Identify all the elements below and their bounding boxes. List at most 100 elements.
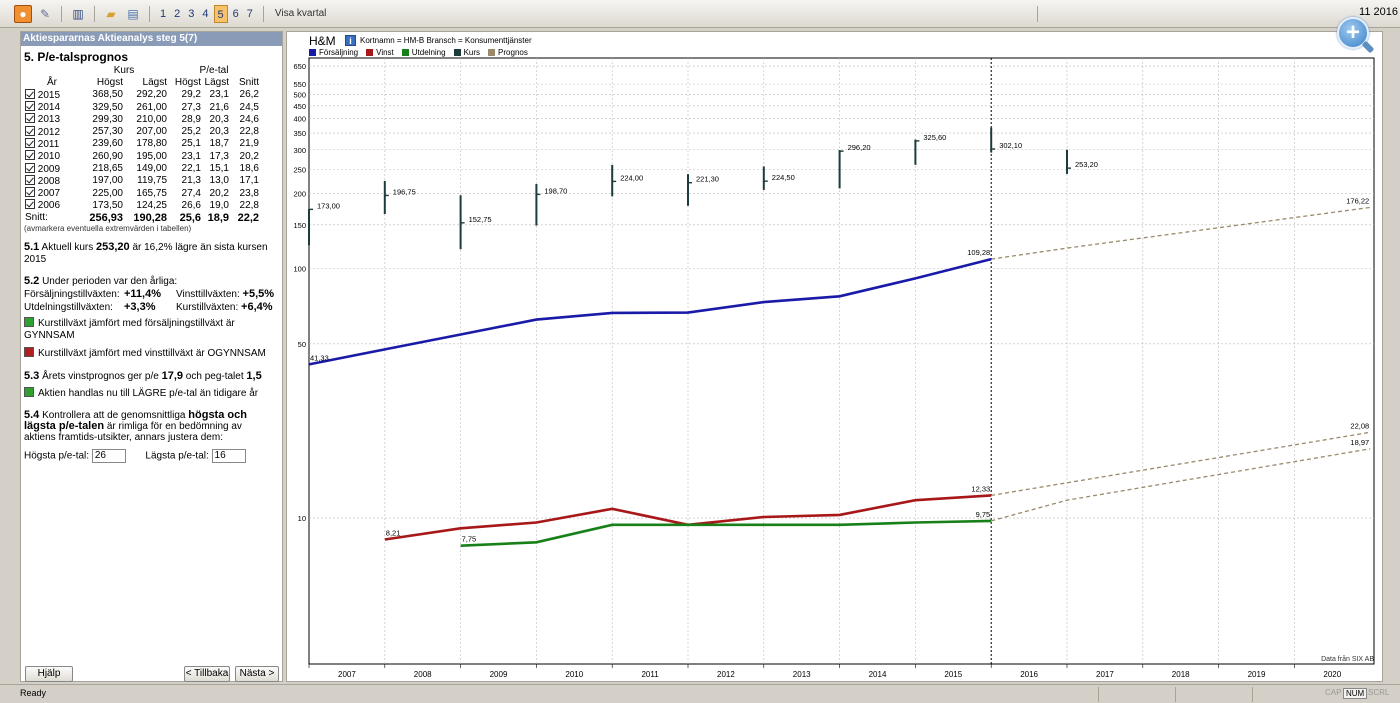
show-quarter-link[interactable]: Visa kvartal [271, 8, 327, 19]
high-pe-input[interactable]: 26 [91, 448, 126, 463]
pe-low-cell: 20,3 [209, 113, 229, 125]
series-value-label: 176,22 [1346, 196, 1369, 205]
pe-inputs: Högsta p/e-tal: 26 Lägsta p/e-tal: 16 [21, 448, 282, 463]
x-tick-label: 2012 [717, 670, 735, 679]
summary-pe-low: 18,9 [207, 211, 229, 224]
series-value-label: 41,33 [310, 353, 329, 362]
toolbar-separator [149, 5, 150, 22]
year-checkbox[interactable] [25, 162, 35, 173]
comparison-unfavorable: Kurstillväxt jämfört med vinsttillväxt ä… [21, 346, 282, 360]
price-growth-value: +6,4% [241, 300, 273, 313]
back-button[interactable]: < Tillbaka [184, 666, 230, 682]
col-year: År [47, 76, 57, 88]
col-kurs-high: Högst [96, 76, 123, 88]
dividend-growth-label: Utdelningstillväxten: [24, 301, 113, 313]
wrench-icon[interactable]: ✎ [36, 5, 54, 23]
year-cell: 2010 [24, 150, 80, 162]
chart-panel: H&M i Kortnamn = HM-B Bransch = Konsumen… [286, 31, 1383, 682]
table-header-cell [24, 64, 80, 76]
col-kurs-low: Lägst [142, 76, 167, 88]
pe-avg-cell: 23,8 [239, 187, 259, 199]
section-title: 5. P/e-talsprognos [24, 50, 129, 64]
kurs-high-cell: 257,30 [92, 126, 123, 138]
year-cell: 2012 [24, 125, 80, 138]
pe-avg-cell: 22,8 [239, 199, 259, 211]
indicator-cap: CAP [1325, 688, 1342, 697]
price-label: 253,20 [1075, 160, 1098, 169]
table-header: År Högst Lägst Högst Lägst Snitt [24, 76, 260, 88]
step-buttons: 1234567 [157, 4, 256, 23]
help-button[interactable]: Hjälp [25, 666, 73, 682]
kurs-low-cell: 261,00 [136, 101, 167, 113]
table-row: 2012 257,30 207,00 25,2 20,3 22,8 [24, 125, 260, 138]
year-cell: 2014 [24, 101, 80, 113]
year-label: 2009 [37, 163, 61, 175]
pe-status-text: Aktien handlas nu till LÄGRE p/e-tal än … [38, 387, 259, 399]
indicator-scrl: SCRL [1368, 688, 1390, 697]
next-button[interactable]: Nästa > [235, 666, 279, 682]
year-checkbox[interactable] [25, 113, 35, 124]
table-note: (avmarkera eventuella extremvärden i tab… [24, 223, 192, 233]
step-button-6[interactable]: 6 [230, 5, 242, 23]
profit-growth-value: +5,5% [242, 287, 275, 300]
year-label: 2007 [37, 188, 61, 200]
group-pe: P/e-tal [199, 64, 229, 76]
series-line-prognos [991, 431, 1371, 497]
year-checkbox[interactable] [25, 88, 35, 99]
step-button-3[interactable]: 3 [185, 5, 197, 23]
step-button-1[interactable]: 1 [157, 5, 169, 23]
step-button-7[interactable]: 7 [244, 5, 256, 23]
section-5-4: 5.4 Kontrollera att de genomsnittliga hö… [21, 409, 261, 443]
x-tick-label: 2019 [1248, 670, 1266, 679]
y-tick-label: 550 [293, 80, 306, 89]
print-preview-icon[interactable]: ▤ [124, 5, 142, 23]
step-button-2[interactable]: 2 [171, 5, 183, 23]
y-tick-label: 150 [293, 221, 306, 230]
x-tick-label: 2017 [1096, 670, 1114, 679]
series-value-label: 12,33 [971, 484, 990, 493]
pe-low-cell: 13,0 [209, 175, 229, 187]
pe-avg-cell: 21,9 [239, 138, 259, 150]
chart-icon[interactable]: ▥ [69, 5, 87, 23]
table-row: 2013 299,30 210,00 28,9 20,3 24,6 [24, 113, 260, 125]
section-5-1: 5.1 Aktuell kurs 253,20 är 16,2% lägre ä… [21, 241, 282, 266]
pe-high-cell: 22,1 [181, 163, 201, 175]
year-checkbox[interactable] [25, 125, 35, 136]
pe-low-cell: 18,7 [209, 138, 229, 150]
high-pe-label: Högsta p/e-tal: [24, 450, 90, 462]
year-checkbox[interactable] [25, 137, 35, 148]
summary-label: Snitt: [25, 212, 48, 224]
price-label: 152,75 [469, 215, 492, 224]
step-button-4[interactable]: 4 [199, 5, 211, 23]
col-pe-low: Lägst [204, 76, 229, 88]
pe-table: Kurs P/e-tal År Högst Lägst Högst Lägst … [24, 64, 260, 224]
year-checkbox[interactable] [25, 101, 35, 112]
year-checkbox[interactable] [25, 150, 35, 161]
year-checkbox[interactable] [25, 187, 35, 198]
step-button-5[interactable]: 5 [213, 4, 228, 23]
table-row: 2006 173,50 124,25 26,6 19,0 22,8 [24, 199, 260, 211]
toolbar-separator [61, 5, 62, 22]
app-icon[interactable]: ● [14, 4, 32, 23]
kurs-low-cell: 119,75 [137, 175, 167, 187]
year-cell: 2009 [24, 162, 80, 175]
kurs-low-cell: 165,75 [136, 187, 167, 199]
series-value-label: 7,75 [462, 535, 477, 544]
pe-avg-cell: 24,6 [239, 113, 259, 125]
kurs-low-cell: 292,20 [136, 89, 167, 101]
kurs-high-cell: 260,90 [92, 150, 123, 162]
section-text: Under perioden var den årliga: [42, 275, 178, 287]
section-text: Årets vinstprognos ger p/e [42, 370, 159, 382]
pe-low-cell: 17,3 [209, 150, 229, 162]
year-checkbox[interactable] [25, 174, 35, 185]
low-pe-label: Lägsta p/e-tal: [145, 450, 209, 462]
y-tick-label: 350 [293, 129, 306, 138]
folder-open-icon[interactable]: ▰ [102, 5, 120, 23]
price-label: 325,60 [923, 133, 946, 142]
kurs-high-cell: 368,50 [92, 89, 123, 101]
year-checkbox[interactable] [25, 199, 35, 210]
table-group-header: Kurs P/e-tal [24, 64, 260, 76]
price-label: 296,20 [848, 143, 871, 152]
pe-high-cell: 26,6 [181, 199, 201, 211]
low-pe-input[interactable]: 16 [211, 448, 246, 463]
